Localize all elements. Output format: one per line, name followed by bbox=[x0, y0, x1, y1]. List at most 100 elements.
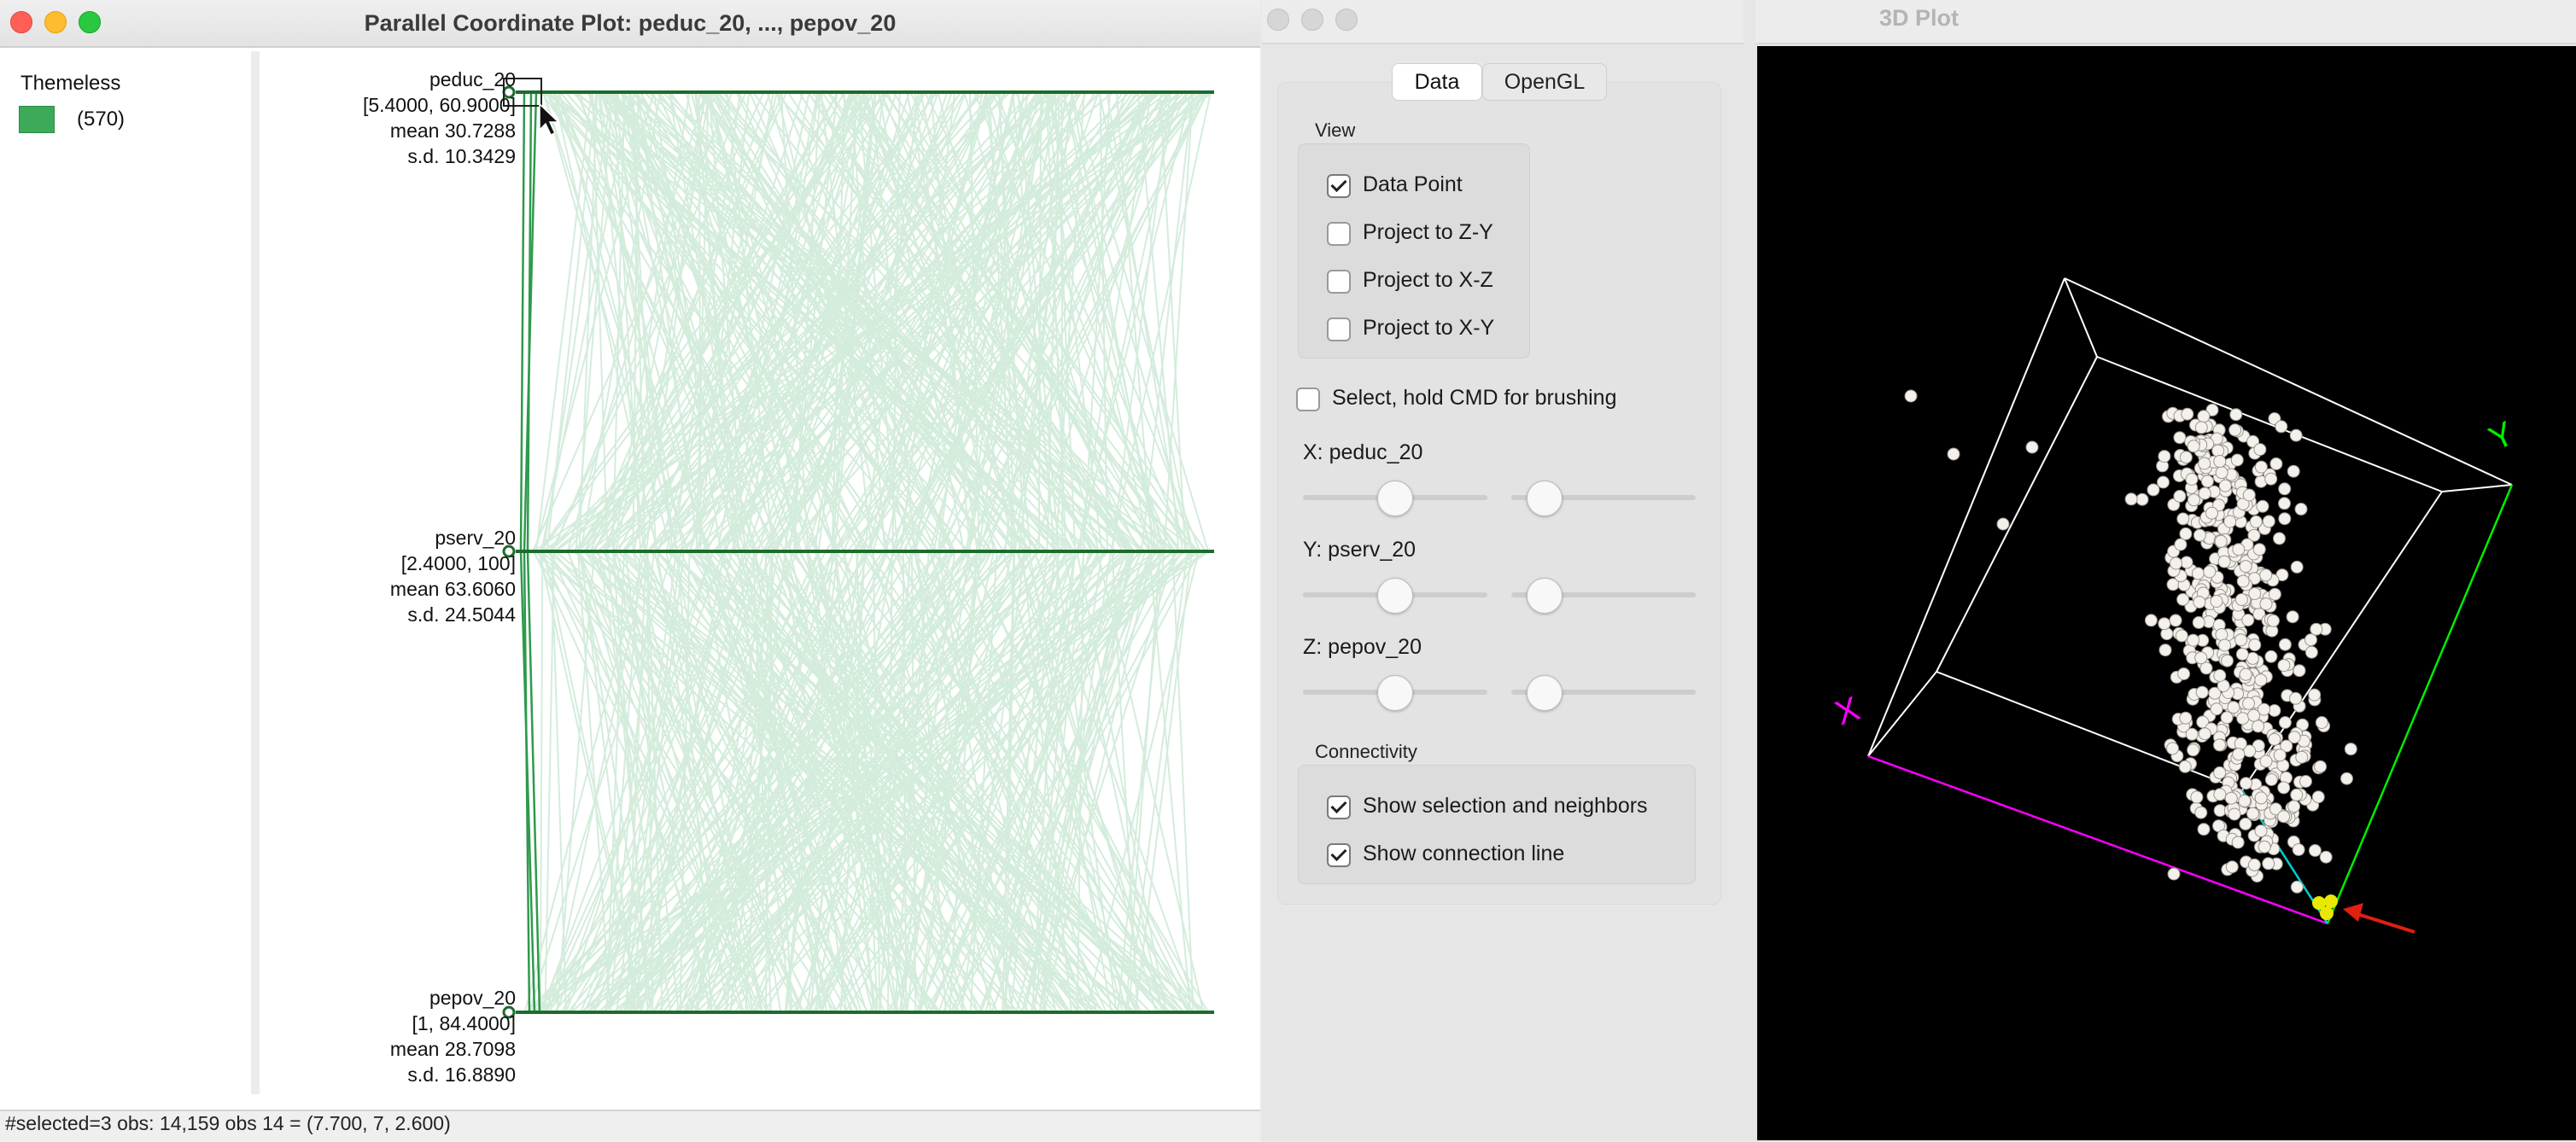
data-point bbox=[2217, 555, 2231, 568]
data-point bbox=[2213, 455, 2227, 468]
data-point bbox=[2191, 567, 2205, 580]
data-point bbox=[2211, 444, 2225, 457]
data-point bbox=[2210, 595, 2223, 608]
cube-edge bbox=[2064, 277, 2098, 358]
data-point bbox=[2319, 850, 2333, 864]
data-point bbox=[2174, 538, 2188, 551]
data-point bbox=[2181, 407, 2194, 421]
slider-knob-x-min[interactable] bbox=[1377, 481, 1413, 516]
data-point bbox=[2290, 788, 2304, 801]
data-point bbox=[2289, 428, 2303, 442]
data-point bbox=[2248, 587, 2262, 600]
checkbox-data-point[interactable]: Data Point bbox=[1327, 172, 1523, 198]
plot3d-svg[interactable]: X Y bbox=[1757, 46, 2576, 1140]
data-point bbox=[2225, 860, 2239, 874]
axis-mean: mean 63.6060 bbox=[389, 578, 516, 600]
panel-splitter[interactable] bbox=[1744, 0, 1755, 1140]
data-point bbox=[2315, 716, 2328, 729]
data-point bbox=[2176, 512, 2190, 526]
slider-knob-x-max[interactable] bbox=[1527, 481, 1563, 516]
data-point bbox=[2203, 565, 2217, 579]
data-point bbox=[2234, 633, 2248, 647]
axis-range: [1, 84.4000] bbox=[412, 1012, 517, 1034]
plot3d-canvas[interactable]: X Y bbox=[1757, 46, 2576, 1140]
legend-count: (570) bbox=[77, 108, 126, 131]
plot-area[interactable]: peduc_20 [5.4000, 60.9000] mean 30.7288 … bbox=[268, 51, 1259, 1094]
data-point bbox=[2187, 633, 2200, 647]
data-point bbox=[2241, 614, 2255, 626]
data-point bbox=[2293, 664, 2306, 678]
data-point bbox=[2262, 857, 2275, 871]
data-point bbox=[2190, 790, 2204, 804]
data-point bbox=[2177, 667, 2191, 680]
tab-data[interactable]: Data bbox=[1392, 63, 1482, 101]
data-point bbox=[2218, 638, 2231, 652]
slider-knob-z-max[interactable] bbox=[1527, 675, 1563, 711]
data-point bbox=[2192, 615, 2205, 629]
checkbox-box[interactable] bbox=[1296, 387, 1320, 411]
data-point bbox=[2193, 596, 2206, 609]
data-point bbox=[2232, 748, 2246, 761]
data-point bbox=[2269, 457, 2283, 470]
checkbox-box[interactable] bbox=[1327, 843, 1351, 867]
data-point bbox=[2258, 840, 2271, 854]
tab-opengl[interactable]: OpenGL bbox=[1482, 63, 1607, 101]
data-point bbox=[2221, 654, 2234, 667]
data-point bbox=[2170, 556, 2182, 570]
data-point bbox=[1996, 517, 2010, 531]
checkbox-select-brushing[interactable]: Select, hold CMD for brushing bbox=[1296, 386, 1706, 411]
data-point bbox=[2287, 800, 2301, 813]
checkbox-show-selection-neighbors[interactable]: Show selection and neighbors bbox=[1327, 794, 1685, 819]
data-point bbox=[2273, 532, 2286, 545]
data-point bbox=[2247, 708, 2261, 722]
data-point bbox=[2187, 493, 2200, 507]
data-point bbox=[2268, 704, 2281, 717]
slider-knob-y-min[interactable] bbox=[1377, 578, 1413, 614]
data-point bbox=[2254, 673, 2268, 687]
data-point bbox=[2195, 685, 2209, 699]
data-point bbox=[2290, 880, 2304, 894]
data-point bbox=[2314, 760, 2328, 773]
data-point bbox=[2299, 775, 2312, 788]
data-point bbox=[2268, 732, 2281, 746]
data-point bbox=[2289, 691, 2303, 705]
slider-knob-z-min[interactable] bbox=[1377, 675, 1413, 711]
data-point bbox=[2210, 702, 2223, 716]
data-point bbox=[2256, 499, 2269, 513]
data-point bbox=[2344, 743, 2357, 756]
cube-edge bbox=[1867, 277, 2065, 757]
slider-knob-y-max[interactable] bbox=[1527, 578, 1563, 614]
data-point bbox=[2144, 614, 2158, 627]
legend-pane bbox=[0, 51, 260, 1094]
window-title: 3D Plot bbox=[1878, 5, 1959, 31]
data-point bbox=[2310, 622, 2323, 636]
checkbox-box[interactable] bbox=[1327, 795, 1351, 819]
data-point bbox=[2295, 750, 2309, 764]
cube-edge bbox=[1936, 356, 2098, 673]
data-point bbox=[2173, 431, 2187, 445]
data-point bbox=[2311, 790, 2325, 804]
data-point bbox=[2242, 488, 2256, 502]
data-point bbox=[2278, 716, 2292, 729]
data-point bbox=[2215, 628, 2228, 641]
data-point bbox=[2246, 807, 2259, 820]
legend-swatch[interactable] bbox=[19, 106, 55, 133]
checkbox-project-xz[interactable]: Project to X-Z bbox=[1327, 268, 1523, 294]
checkbox-show-connection-line[interactable]: Show connection line bbox=[1327, 842, 1685, 867]
checkbox-project-zy[interactable]: Project to Z-Y bbox=[1327, 220, 1523, 246]
checkbox-project-xy[interactable]: Project to X-Y bbox=[1327, 316, 1523, 341]
data-point bbox=[2275, 420, 2288, 434]
data-point bbox=[2198, 727, 2211, 741]
data-point bbox=[2278, 638, 2292, 651]
data-point bbox=[2228, 807, 2241, 821]
data-point bbox=[2235, 648, 2249, 661]
checkbox-box[interactable] bbox=[1327, 222, 1351, 246]
data-point bbox=[2249, 515, 2263, 528]
axis-name: pepov_20 bbox=[429, 987, 516, 1009]
data-point bbox=[2277, 781, 2291, 795]
axis-mean: mean 30.7288 bbox=[389, 119, 516, 142]
data-point bbox=[2264, 650, 2278, 663]
checkbox-box[interactable] bbox=[1327, 318, 1351, 341]
checkbox-box[interactable] bbox=[1327, 174, 1351, 198]
checkbox-box[interactable] bbox=[1327, 270, 1351, 294]
